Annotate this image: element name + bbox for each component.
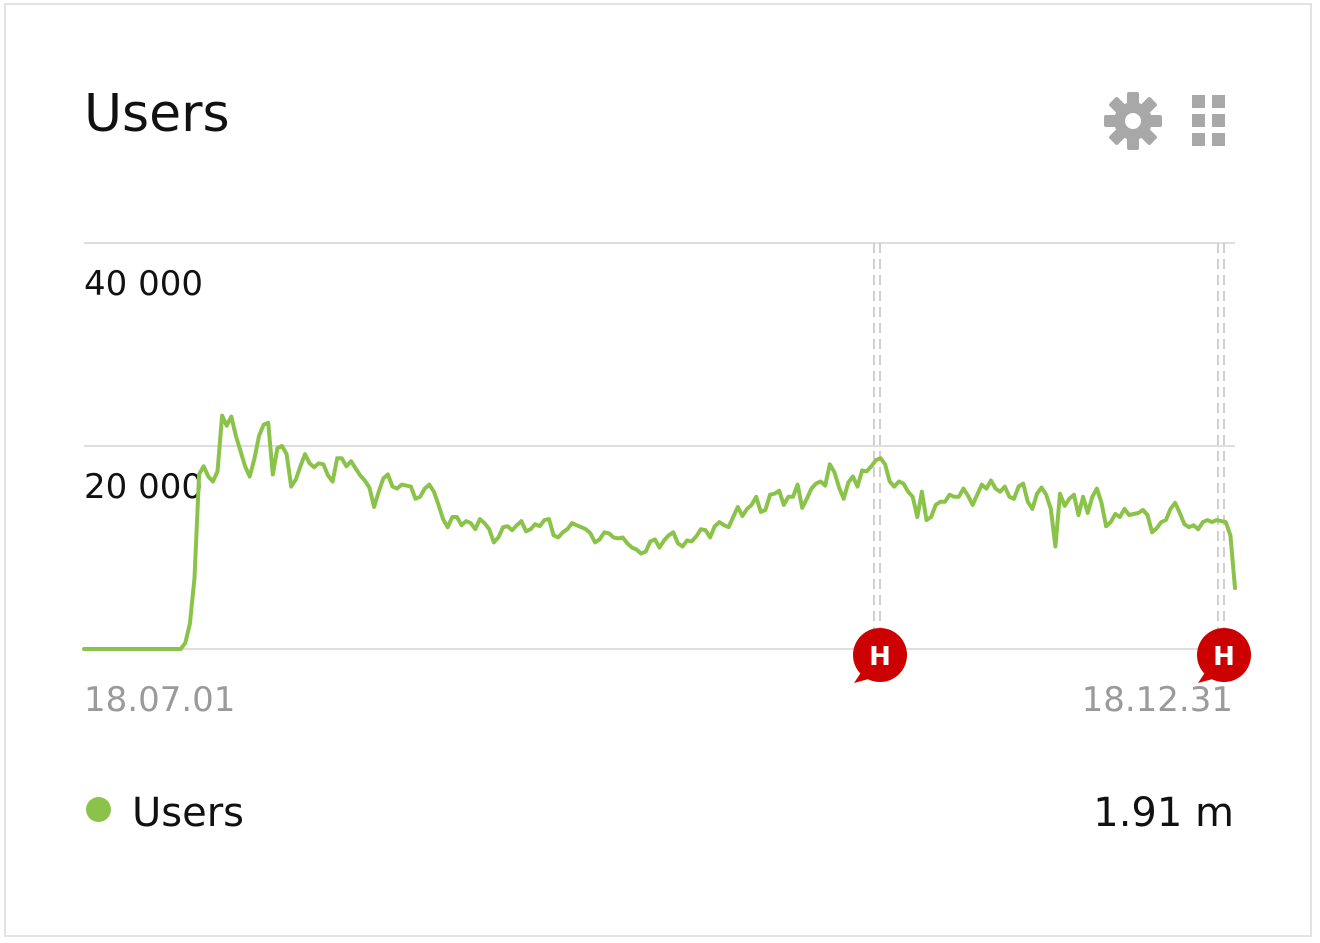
annotation-badge: H	[1197, 628, 1251, 683]
series-lines	[82, 413, 1237, 651]
y-tick-label: 40 000	[84, 264, 203, 304]
x-axis-ticks: 18.07.01 18.12.31	[84, 680, 1233, 720]
annotation-badge: H	[853, 628, 907, 683]
users-total-value: 1.91 m	[1093, 790, 1234, 836]
legend-swatch	[86, 797, 111, 822]
x-tick-label-end: 18.12.31	[1082, 680, 1233, 720]
annotation-marker-lines	[873, 243, 1225, 629]
series-line-users	[82, 413, 1237, 651]
annotation-badge-label: H	[1213, 642, 1235, 672]
legend-series-label: Users	[132, 790, 245, 836]
annotation-badge-label: H	[869, 642, 891, 672]
x-tick-label-start: 18.07.01	[84, 680, 235, 720]
annotation-badges: HH	[853, 628, 1251, 683]
y-axis-ticks: 40 000 20 000	[84, 264, 203, 507]
y-tick-label: 20 000	[84, 467, 203, 507]
